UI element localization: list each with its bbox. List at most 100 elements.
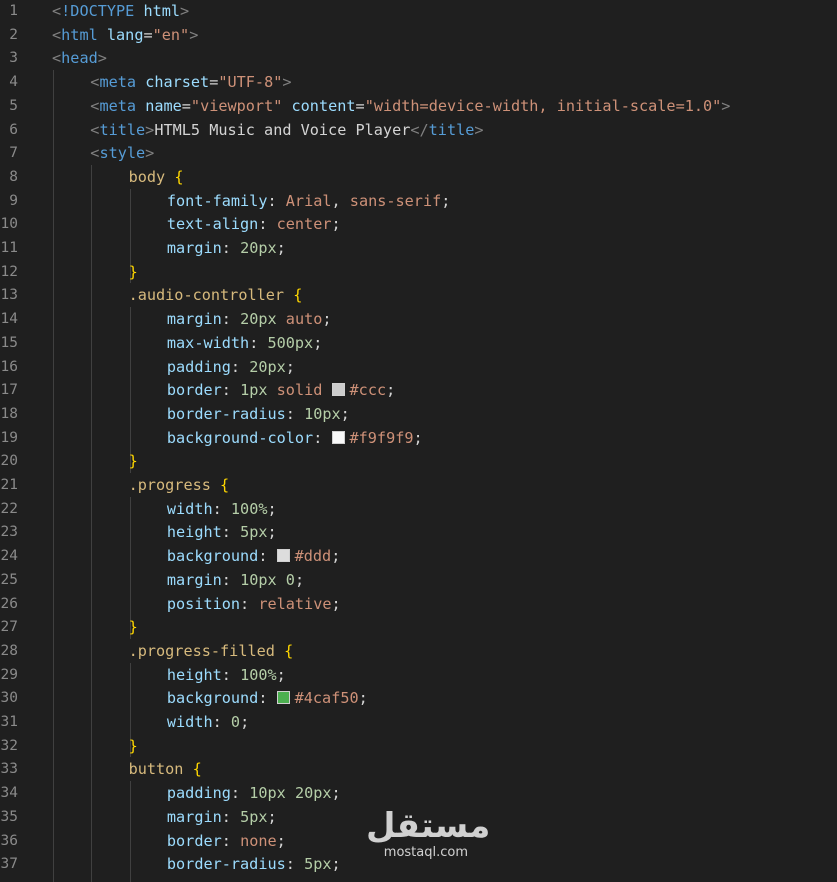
code-line[interactable]: 24 background: #ddd; (0, 544, 837, 568)
code-line[interactable]: 6 <title>HTML5 Music and Voice Player</ti… (0, 118, 837, 142)
code-line[interactable]: 28 .progress-filled { (0, 639, 837, 663)
code-line[interactable]: 12} (0, 260, 837, 284)
code-token: = (355, 96, 365, 115)
code-line[interactable]: 18 border-radius: 10px; (0, 402, 837, 426)
code-token: name (145, 96, 182, 115)
code-line[interactable]: 31 width: 0; (0, 710, 837, 734)
code-token: HTML5 Music and Voice Player (154, 120, 411, 139)
code-token: max-width (166, 333, 250, 352)
code-token: : (221, 523, 241, 542)
code-line[interactable]: 34 padding: 10px 20px; (0, 781, 837, 805)
code-line[interactable]: 9 font-family: Arial, sans-serif; (0, 189, 837, 213)
code-line[interactable]: 20} (0, 449, 837, 473)
code-token: margin (166, 310, 222, 329)
line-number: 34 (0, 785, 18, 802)
code-token: ; (386, 381, 396, 400)
code-line[interactable]: 8 body { (0, 165, 837, 189)
code-line[interactable]: 7 <style> (0, 141, 837, 165)
code-token: ; (340, 404, 350, 423)
code-line[interactable]: 19 background-color: #f9f9f9; (0, 426, 837, 450)
code-token: border-radius (166, 404, 286, 423)
code-line[interactable]: 26 position: relative; (0, 592, 837, 616)
code-token: 20px (249, 357, 286, 376)
code-token: ; (358, 689, 368, 708)
code-line[interactable]: 21 .progress { (0, 473, 837, 497)
code-token: < (52, 2, 62, 20)
code-line[interactable]: 3 <head> (0, 46, 837, 70)
code-editor[interactable]: 1 <!DOCTYPE html> 2 <html lang="en"> 3 <head>… (0, 0, 837, 882)
line-number: 23 (0, 524, 18, 541)
code-line[interactable]: 25 margin: 10px 0; (0, 568, 837, 592)
code-token: "width=device-width, initial-scale=1.0" (364, 96, 722, 115)
code-token: 20px (240, 310, 277, 329)
code-line[interactable]: 17 border: 1px solid #ccc; (0, 378, 837, 402)
line-number: 9 (9, 192, 18, 209)
code-token: 1px (240, 381, 268, 400)
code-token: 100% (240, 665, 277, 684)
code-token: #ccc (349, 381, 387, 400)
code-token: 100% (230, 499, 268, 518)
code-token: < (52, 25, 62, 44)
code-token: { (174, 167, 184, 186)
code-token: height (166, 665, 222, 684)
code-token: ; (331, 855, 341, 874)
code-text: body { (129, 165, 184, 189)
color-swatch-icon[interactable] (276, 549, 290, 563)
code-token: "UTF-8" (218, 73, 283, 92)
code-token: : (212, 713, 231, 731)
line-number: 8 (9, 168, 18, 185)
code-token: : (267, 191, 286, 210)
code-token: center (276, 215, 332, 234)
code-text: background-color: #f9f9f9; (167, 426, 423, 450)
code-line[interactable]: 23 height: 5px; (0, 520, 837, 544)
code-token: = (209, 73, 219, 92)
code-token: : (212, 499, 231, 518)
code-line[interactable]: 1 <!DOCTYPE html> (0, 0, 837, 23)
code-line[interactable]: 22 width: 100%; (0, 497, 837, 521)
code-token: , (331, 191, 350, 210)
code-token: solid (276, 381, 323, 400)
code-text: .progress { (129, 473, 230, 497)
code-token: title (99, 120, 146, 139)
code-line[interactable]: 27} (0, 615, 837, 639)
code-token: #ddd (294, 547, 332, 566)
code-text: .audio-controller { (129, 283, 303, 307)
code-token: margin (166, 570, 222, 589)
code-token: { (220, 476, 230, 494)
code-line[interactable]: 2 <html lang="en"> (0, 23, 837, 47)
code-line[interactable]: 5 <meta name="viewport" content="width=de… (0, 94, 837, 118)
code-token: > (189, 25, 199, 44)
code-line[interactable]: 4 <meta charset="UTF-8"> (0, 70, 837, 94)
code-token: ; (413, 428, 423, 447)
code-token: > (474, 120, 484, 139)
code-line[interactable]: 16 padding: 20px; (0, 355, 837, 379)
color-swatch-icon[interactable] (331, 383, 345, 397)
line-number: 37 (0, 856, 18, 873)
code-token: } (128, 262, 138, 281)
code-token: > (97, 49, 107, 68)
code-line[interactable]: 15 max-width: 500px; (0, 331, 837, 355)
code-token: 20px (240, 239, 277, 257)
color-swatch-icon[interactable] (276, 691, 290, 705)
code-line[interactable]: 33 button { (0, 757, 837, 781)
line-number: 12 (0, 263, 18, 280)
code-token: : (221, 665, 241, 684)
line-number: 19 (0, 429, 18, 446)
color-swatch-icon[interactable] (331, 430, 345, 444)
code-token: .progress (128, 476, 211, 494)
code-line[interactable]: 13 .audio-controller { (0, 283, 837, 307)
code-line[interactable]: 29 height: 100%; (0, 663, 837, 687)
code-line[interactable]: 11 margin: 20px; (0, 236, 837, 260)
line-number: 32 (0, 737, 18, 754)
line-number: 1 (9, 3, 18, 19)
code-line[interactable]: 30 background: #4caf50; (0, 686, 837, 710)
line-number: 24 (0, 548, 18, 565)
line-number: 7 (9, 145, 18, 162)
code-line[interactable]: 10 text-align: center; (0, 212, 837, 236)
code-token: : (230, 784, 250, 803)
code-line[interactable]: 14 margin: 20px auto; (0, 307, 837, 331)
code-line[interactable]: 32} (0, 734, 837, 758)
line-number: 25 (0, 571, 18, 588)
code-token: ; (240, 713, 250, 731)
